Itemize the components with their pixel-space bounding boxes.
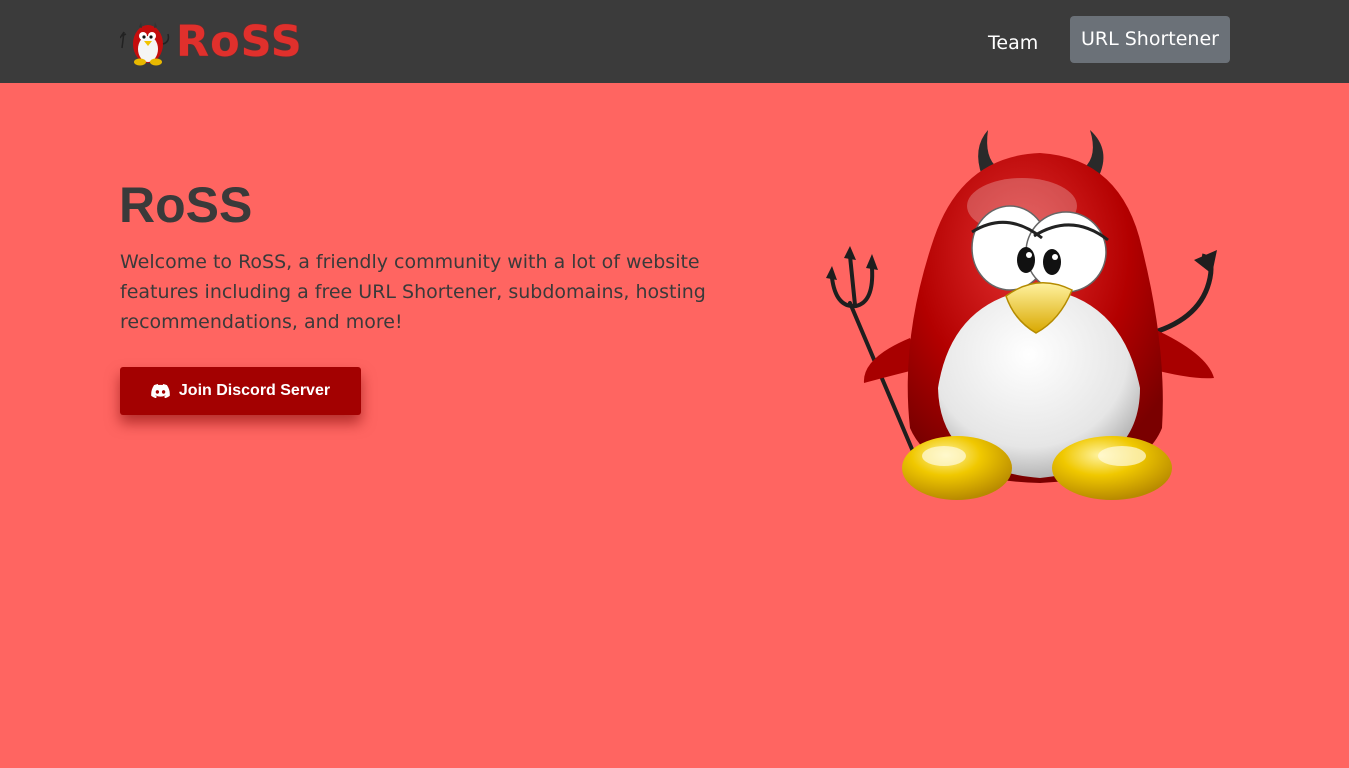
page-title: RoSS xyxy=(119,177,253,233)
brand-logo-link[interactable]: RoSS xyxy=(120,18,310,66)
discord-icon xyxy=(151,384,170,398)
hero-description: Welcome to RoSS, a friendly community wi… xyxy=(120,251,706,333)
devil-penguin-mascot-image xyxy=(826,130,1217,500)
navbar: RoSS Team URL Shortener xyxy=(0,0,1349,83)
url-shortener-button[interactable]: URL Shortener xyxy=(1070,16,1230,63)
devil-penguin-logo-icon xyxy=(120,22,170,66)
join-discord-button[interactable]: Join Discord Server xyxy=(120,367,361,415)
brand-wordmark: RoSS xyxy=(176,17,303,67)
join-discord-label: Join Discord Server xyxy=(178,382,331,399)
nav-link-team[interactable]: Team xyxy=(988,30,1038,56)
